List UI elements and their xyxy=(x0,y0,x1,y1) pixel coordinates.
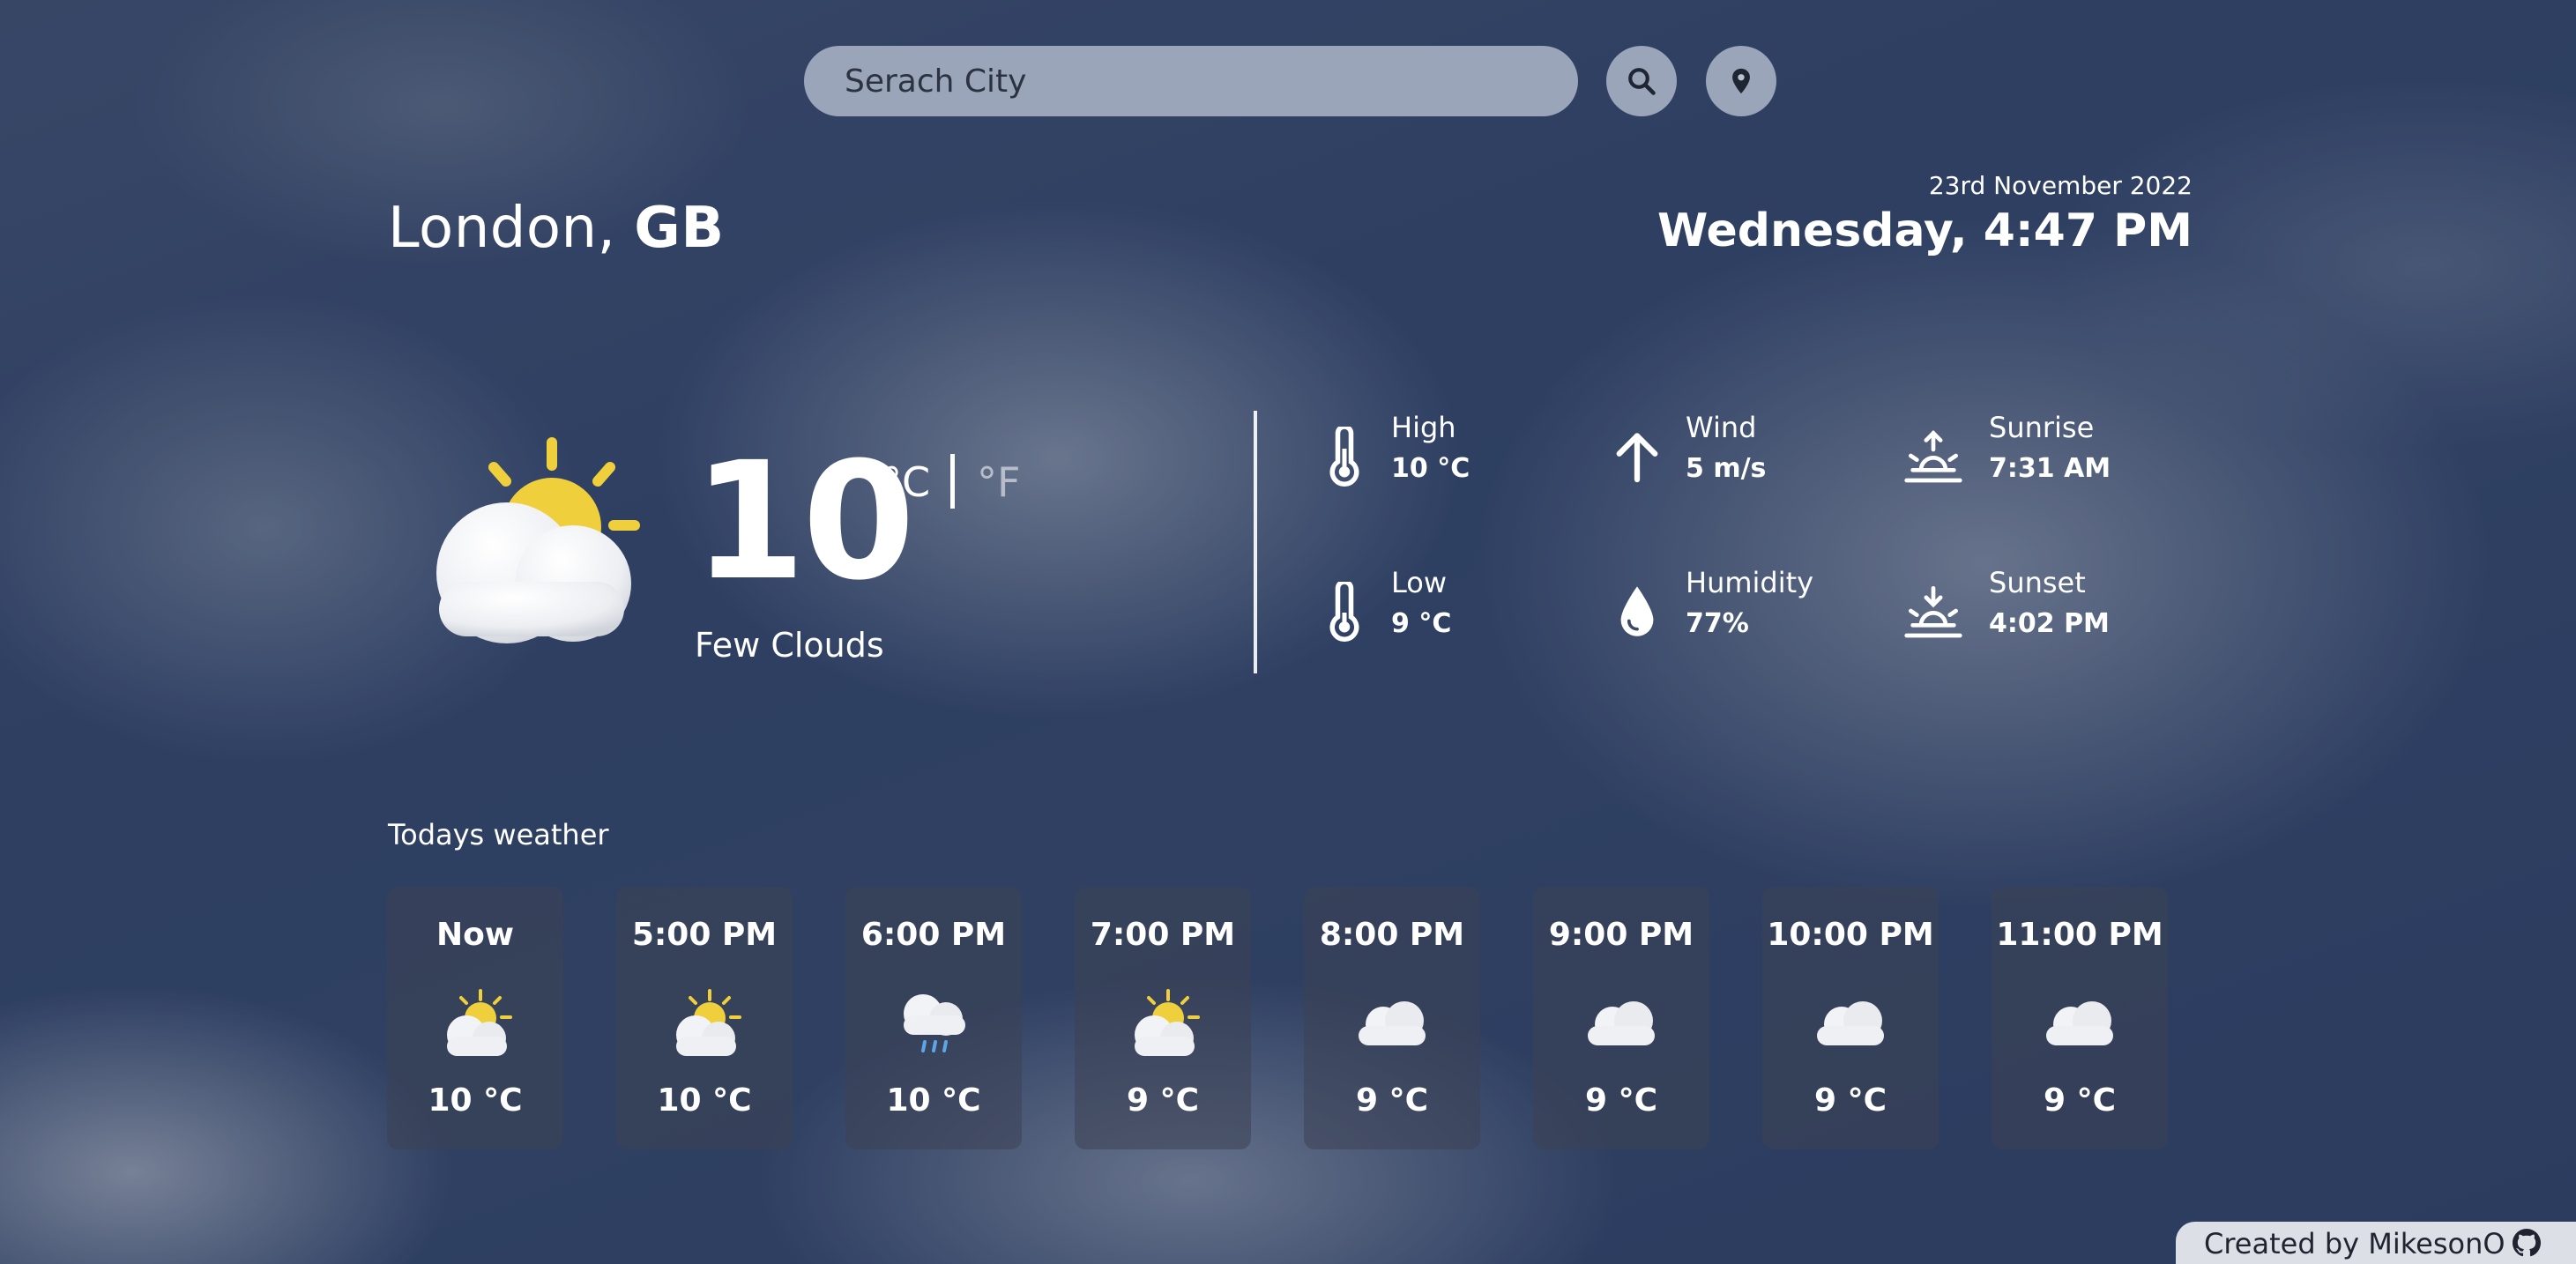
thermometer-icon xyxy=(1329,427,1359,487)
hour-card: Now 10 °C xyxy=(387,887,563,1149)
weather-app: London, GB 23rd November 2022 Wednesday,… xyxy=(0,0,2576,1264)
hour-time: 7:00 PM xyxy=(1090,917,1236,953)
current-temperature: 10 xyxy=(693,428,915,616)
partly-cloudy-sun-icon xyxy=(676,989,741,1056)
partly-cloudy-sun-icon xyxy=(436,437,640,643)
hour-temp: 9 °C xyxy=(1355,1082,1428,1119)
hour-temp: 10 °C xyxy=(428,1082,523,1119)
cloud-icon xyxy=(1588,1001,1655,1045)
hour-time: 8:00 PM xyxy=(1319,917,1465,953)
hour-time: 5:00 PM xyxy=(631,917,778,953)
github-icon xyxy=(2512,1229,2541,1257)
city-name: London, xyxy=(388,196,616,261)
stat-value: 7:31 AM xyxy=(1989,453,2111,484)
credit-text: Created by MikesonO xyxy=(2204,1227,2505,1260)
droplet-icon xyxy=(1620,586,1654,636)
hour-card: 7:00 PM 9 °C xyxy=(1075,887,1251,1149)
hour-card: 5:00 PM 10 °C xyxy=(616,887,793,1149)
divider xyxy=(1254,411,1257,673)
cloud-icon xyxy=(1359,1001,1426,1045)
celsius-toggle[interactable]: °C xyxy=(882,458,930,506)
hour-temp: 9 °C xyxy=(2043,1082,2116,1119)
sunrise-icon xyxy=(1904,430,1962,483)
stat-label: Sunset xyxy=(1989,566,2086,599)
todays-weather-title: Todays weather xyxy=(388,818,609,851)
hour-temp: 9 °C xyxy=(1126,1082,1199,1119)
hour-temp: 10 °C xyxy=(886,1082,981,1119)
hour-card: 9:00 PM 9 °C xyxy=(1533,887,1709,1149)
hour-card: 6:00 PM 10 °C xyxy=(845,887,1022,1149)
arrow-up-icon xyxy=(1616,433,1658,483)
partly-cloudy-sun-icon xyxy=(447,989,512,1056)
search-icon xyxy=(1628,68,1656,95)
hour-time: 10:00 PM xyxy=(1767,917,1934,953)
hour-time: Now xyxy=(436,917,515,953)
stat-value: 4:02 PM xyxy=(1989,608,2110,639)
current-day-time: Wednesday, 4:47 PM xyxy=(1657,204,2193,257)
unit-separator xyxy=(950,454,955,509)
stat-value: 9 °C xyxy=(1391,608,1452,639)
stat-value: 5 m/s xyxy=(1686,453,1767,484)
cloud-icon xyxy=(2046,1001,2113,1045)
hour-time: 9:00 PM xyxy=(1548,917,1694,953)
rain-cloud-icon xyxy=(904,994,965,1052)
hour-card: 11:00 PM 9 °C xyxy=(1992,887,2168,1149)
stat-value: 77% xyxy=(1686,608,1749,639)
current-date: 23rd November 2022 xyxy=(1928,171,2193,200)
cloud-icon xyxy=(1817,1001,1884,1045)
fahrenheit-toggle[interactable]: °F xyxy=(977,458,1020,506)
hour-time: 6:00 PM xyxy=(860,917,1007,953)
search-input[interactable] xyxy=(804,46,1578,116)
stat-label: Low xyxy=(1391,566,1448,599)
partly-cloudy-sun-icon xyxy=(1135,989,1200,1056)
sunset-icon xyxy=(1904,586,1962,638)
location-pin-icon xyxy=(1732,68,1750,94)
stat-label: Sunrise xyxy=(1989,411,2095,444)
thermometer-icon xyxy=(1329,582,1359,642)
stat-label: Humidity xyxy=(1686,566,1814,599)
stat-value: 10 °C xyxy=(1391,453,1470,484)
location-title: London, GB xyxy=(388,196,725,261)
search-button[interactable] xyxy=(1606,46,1677,116)
hour-time: 11:00 PM xyxy=(1996,917,2163,953)
hour-temp: 9 °C xyxy=(1584,1082,1657,1119)
credit-link[interactable]: Created by MikesonO xyxy=(2176,1222,2576,1264)
stat-label: Wind xyxy=(1686,411,1757,444)
weather-description: Few Clouds xyxy=(695,626,884,665)
hour-temp: 10 °C xyxy=(657,1082,752,1119)
hour-temp: 9 °C xyxy=(1813,1082,1887,1119)
country-code: GB xyxy=(634,196,725,261)
hour-card: 8:00 PM 9 °C xyxy=(1304,887,1480,1149)
hour-card: 10:00 PM 9 °C xyxy=(1762,887,1939,1149)
location-button[interactable] xyxy=(1706,46,1776,116)
stat-label: High xyxy=(1391,411,1456,444)
